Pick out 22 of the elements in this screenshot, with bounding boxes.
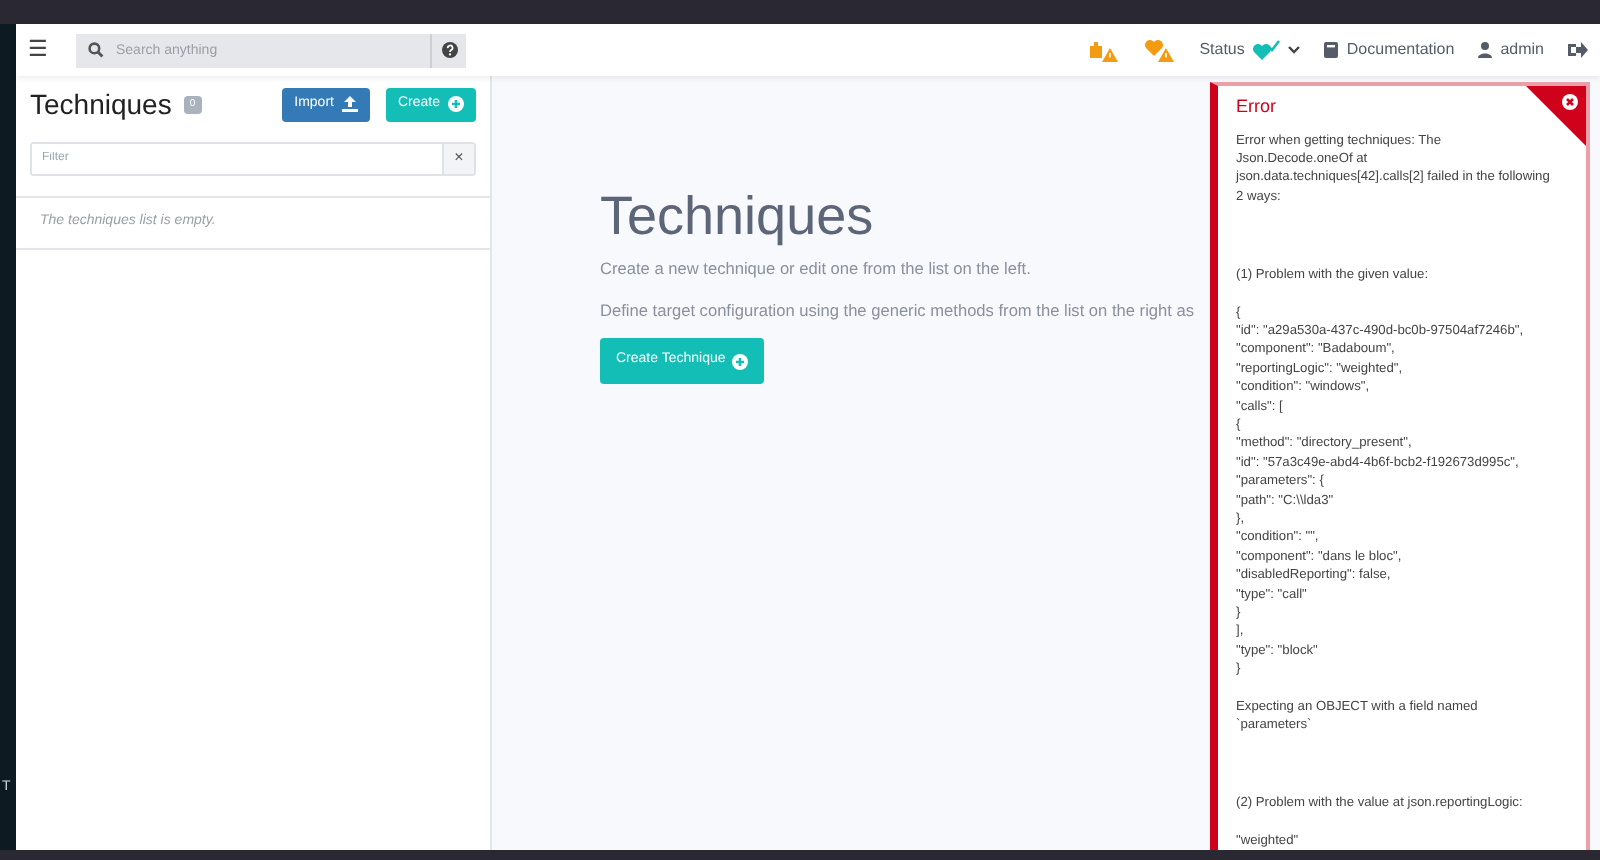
corner-flag bbox=[1526, 86, 1586, 146]
upload-icon bbox=[341, 96, 358, 113]
description-text: Define target configuration using the generic methods from the list on the right as bbox=[600, 297, 1195, 323]
plus-circle-icon bbox=[731, 353, 748, 370]
clear-button[interactable]: × bbox=[442, 143, 474, 174]
user-menu[interactable]: admin bbox=[1478, 38, 1544, 62]
description-text: Create a new technique or edit one from the list on the left. bbox=[600, 256, 1031, 282]
caret-icon bbox=[1288, 46, 1301, 54]
plus-circle-icon bbox=[448, 96, 464, 113]
user-icon bbox=[1478, 42, 1493, 58]
status-dropdown[interactable]: Status bbox=[1199, 38, 1301, 62]
search-icon bbox=[88, 42, 104, 58]
documentation-link[interactable]: Documentation bbox=[1324, 38, 1455, 62]
help-icon[interactable] bbox=[441, 42, 457, 58]
panel-title: Techniques bbox=[30, 88, 172, 122]
page-title: Techniques bbox=[600, 184, 874, 249]
close-icon[interactable] bbox=[1562, 94, 1578, 110]
book-icon bbox=[1324, 42, 1339, 58]
logout-icon[interactable] bbox=[1568, 42, 1588, 58]
error-title: Error bbox=[1236, 94, 1278, 120]
heart-check-icon bbox=[1252, 39, 1281, 61]
menu-icon[interactable]: ☰ bbox=[28, 33, 64, 67]
